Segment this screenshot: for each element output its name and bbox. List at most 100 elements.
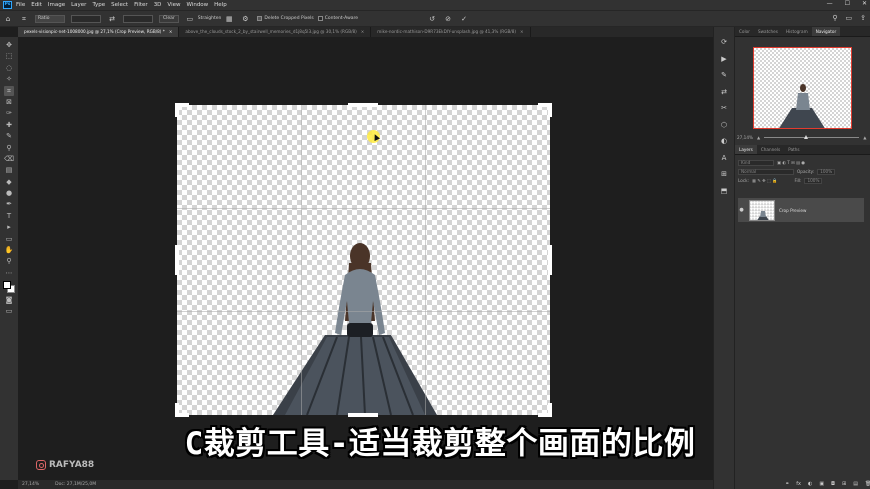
clear-button[interactable]: Clear: [159, 14, 179, 23]
undo-icon[interactable]: ↺: [428, 15, 436, 23]
home-icon[interactable]: ⌂: [4, 15, 12, 23]
quick-mask-icon[interactable]: ◙: [4, 295, 14, 305]
marquee-tool-icon[interactable]: ⬚: [4, 51, 14, 61]
crop-handle-right[interactable]: [548, 245, 552, 275]
delete-cropped-checkbox[interactable]: [257, 16, 263, 21]
foreground-color-swatch[interactable]: [3, 281, 11, 290]
clone-stamp-tool-icon[interactable]: ⚲: [4, 143, 14, 153]
share-icon[interactable]: ⇪: [860, 14, 866, 22]
commit-icon[interactable]: ✓: [460, 15, 468, 23]
width-field[interactable]: [71, 14, 101, 23]
crop-tool-icon[interactable]: ⌗: [20, 15, 28, 23]
adjust-icon[interactable]: ⇄: [719, 87, 729, 97]
layer-name[interactable]: Crop Preview: [779, 208, 806, 213]
tab-close-icon[interactable]: ×: [169, 27, 173, 37]
tab-navigator[interactable]: Navigator: [811, 27, 841, 36]
menu-view[interactable]: View: [167, 2, 180, 8]
blur-tool-icon[interactable]: ◆: [4, 177, 14, 187]
brush-settings-icon[interactable]: ✎: [719, 70, 729, 80]
tab-histogram[interactable]: Histogram: [782, 27, 812, 36]
ratio-select[interactable]: Ratio: [35, 14, 65, 23]
menu-window[interactable]: Window: [186, 2, 208, 8]
zoom-slider-knob[interactable]: [804, 134, 809, 139]
dodge-tool-icon[interactable]: ●: [4, 188, 14, 198]
character-icon[interactable]: A: [719, 153, 729, 163]
layer-kind-select[interactable]: Kind: [738, 159, 774, 166]
new-layer-icon[interactable]: ⊞: [842, 481, 846, 487]
shape-tool-icon[interactable]: ▭: [4, 234, 14, 244]
menu-help[interactable]: Help: [214, 2, 227, 8]
crop-handle-bottom-left[interactable]: [175, 403, 179, 417]
menu-layer[interactable]: Layer: [71, 2, 86, 8]
tab-document-3[interactable]: mike-nordic-mathison-D9R73EkDIY-unsplash…: [371, 27, 531, 37]
gear-icon[interactable]: ⚙: [241, 15, 249, 23]
tools-icon[interactable]: ✂: [719, 103, 729, 113]
layer-row[interactable]: ● Crop Preview: [738, 198, 864, 222]
cancel-icon[interactable]: ⊘: [444, 15, 452, 23]
menu-edit[interactable]: Edit: [31, 2, 42, 8]
menu-select[interactable]: Select: [111, 2, 128, 8]
close-icon[interactable]: ✕: [862, 0, 867, 7]
blend-mode-select[interactable]: Normal: [738, 168, 794, 175]
group-icon[interactable]: ◘: [831, 481, 835, 487]
adjustment-layer-icon[interactable]: ▣: [819, 481, 824, 487]
menu-filter[interactable]: Filter: [134, 2, 148, 8]
panel-menu-icon[interactable]: ▤: [853, 481, 858, 487]
lock-icons[interactable]: ▦ ✎ ✥ ⬚ 🔒: [752, 178, 777, 184]
crop-handle-top-right[interactable]: [548, 103, 552, 117]
navigator-zoom-slider[interactable]: [764, 134, 860, 139]
tab-color[interactable]: Color: [735, 27, 754, 36]
properties-icon[interactable]: ⬒: [719, 186, 729, 196]
height-field[interactable]: [123, 14, 153, 23]
tab-close-icon[interactable]: ×: [361, 27, 365, 37]
color-swatches[interactable]: [3, 281, 15, 294]
tab-close-icon[interactable]: ×: [520, 27, 524, 37]
tab-channels[interactable]: Channels: [757, 145, 784, 154]
menu-type[interactable]: Type: [92, 2, 105, 8]
filter-icons[interactable]: ▣ ◐ T ⊞ ▤ ●: [777, 160, 805, 165]
trash-icon[interactable]: 🗑: [865, 481, 870, 487]
search-icon[interactable]: ⚲: [832, 14, 837, 22]
navigator-preview[interactable]: [753, 47, 852, 129]
frame-tool-icon[interactable]: ⊠: [4, 97, 14, 107]
eye-icon[interactable]: ●: [738, 207, 745, 213]
swap-icon[interactable]: ⇄: [108, 15, 116, 23]
brush-tool-icon[interactable]: ✎: [4, 131, 14, 141]
fill-field[interactable]: 100%: [804, 177, 823, 184]
zoom-in-icon[interactable]: ▲: [863, 135, 866, 140]
tab-document-1[interactable]: pexels-visionpic-net-1008000.jpg @ 27,1%…: [18, 27, 180, 37]
content-aware-checkbox[interactable]: [317, 16, 323, 21]
more-tools-icon[interactable]: ⋯: [4, 268, 14, 278]
crop-handle-top[interactable]: [348, 103, 378, 107]
straighten-label[interactable]: Straighten: [198, 16, 222, 21]
mask-icon[interactable]: ◐: [808, 481, 812, 487]
navigator-zoom-value[interactable]: 27,14%: [737, 135, 753, 140]
document-canvas[interactable]: [175, 103, 552, 417]
tab-swatches[interactable]: Swatches: [754, 27, 782, 36]
zoom-level[interactable]: 27,14%: [22, 482, 39, 487]
maximize-icon[interactable]: ☐: [845, 0, 850, 7]
straighten-icon[interactable]: ▭: [186, 15, 194, 23]
eyedropper-tool-icon[interactable]: ✑: [4, 108, 14, 118]
adjustments-icon[interactable]: ◐: [719, 136, 729, 146]
magic-wand-tool-icon[interactable]: ✧: [4, 74, 14, 84]
menu-file[interactable]: File: [16, 2, 25, 8]
crop-handle-bottom[interactable]: [348, 413, 378, 417]
opacity-field[interactable]: 100%: [817, 168, 836, 175]
move-tool-icon[interactable]: ✥: [4, 40, 14, 50]
tab-paths[interactable]: Paths: [784, 145, 803, 154]
hand-tool-icon[interactable]: ✋: [4, 245, 14, 255]
fx-icon[interactable]: fx: [796, 481, 801, 487]
eraser-tool-icon[interactable]: ⌫: [4, 154, 14, 164]
crop-handle-top-left[interactable]: [175, 103, 179, 117]
tab-document-2[interactable]: above_the_clouds_stock_2_by_stairwell_me…: [179, 27, 372, 37]
tab-layers[interactable]: Layers: [735, 145, 757, 154]
gradient-tool-icon[interactable]: ▤: [4, 165, 14, 175]
type-tool-icon[interactable]: T: [4, 211, 14, 221]
crop-tool-icon[interactable]: ⌗: [4, 85, 14, 96]
grid-overlay-icon[interactable]: ▦: [225, 15, 233, 23]
minimize-icon[interactable]: —: [827, 0, 833, 7]
path-selection-tool-icon[interactable]: ▸: [4, 222, 14, 232]
pen-tool-icon[interactable]: ✒: [4, 199, 14, 209]
crop-handle-left[interactable]: [175, 245, 179, 275]
